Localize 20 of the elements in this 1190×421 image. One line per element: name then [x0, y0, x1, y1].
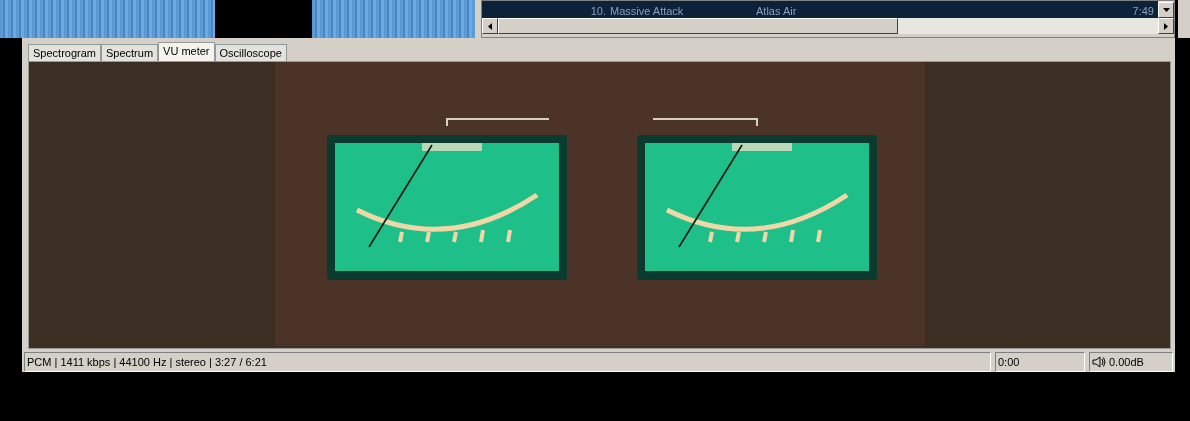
tab[interactable]: Oscilloscope	[214, 44, 287, 61]
scrollbar-thumb[interactable]	[498, 18, 898, 34]
track-artist: Massive Attack	[610, 5, 685, 18]
position-display: 0:00	[995, 352, 1085, 372]
left-arrow-icon	[488, 22, 492, 30]
track-title: Atlas Air	[756, 5, 798, 18]
tab[interactable]: Spectrum	[101, 44, 159, 61]
status-info: PCM | 1411 kbps | 44100 Hz | stereo | 3:27 / 6:21	[24, 352, 991, 372]
tab[interactable]: Spectrogram	[28, 44, 101, 61]
window-frame	[1178, 0, 1190, 38]
track-number: 10.	[589, 5, 607, 18]
scroll-left-button[interactable]	[482, 18, 498, 34]
tab[interactable]: VU meter	[158, 42, 215, 61]
speaker-icon	[1092, 356, 1106, 368]
scroll-right-button[interactable]	[1158, 18, 1174, 34]
down-arrow-icon	[1162, 8, 1170, 12]
track-time: 7:49	[1131, 5, 1155, 18]
volume-readout: 0.00dB	[1109, 356, 1144, 368]
right-arrow-icon	[1164, 22, 1168, 30]
scroll-down-button[interactable]	[1158, 2, 1174, 18]
